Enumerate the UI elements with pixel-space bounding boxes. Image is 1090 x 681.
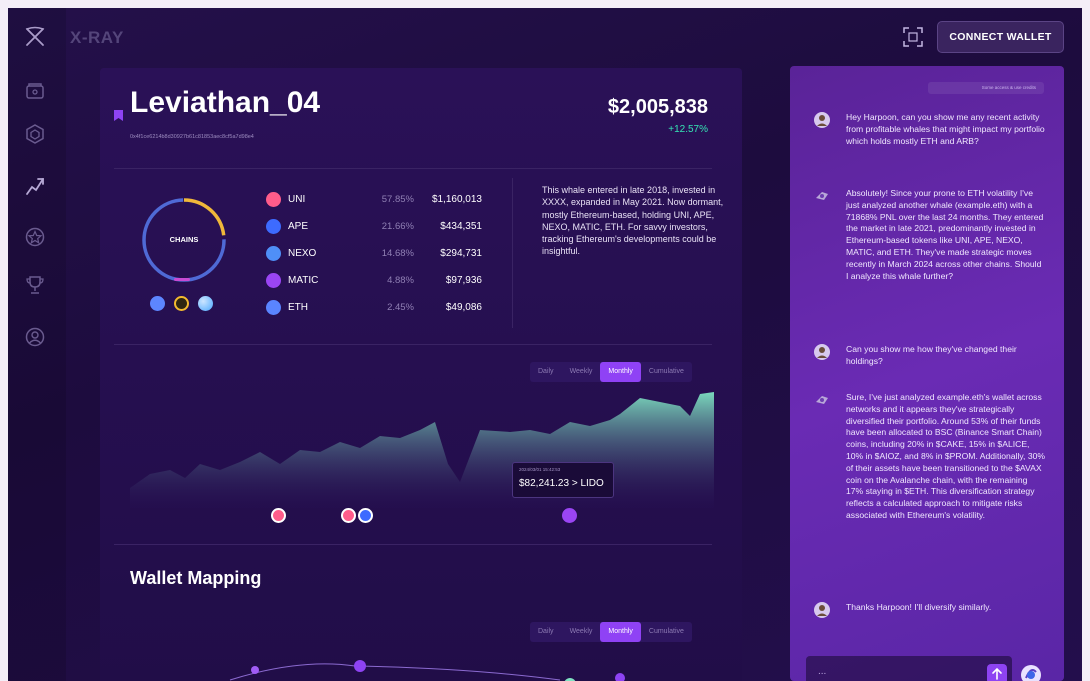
hexagon-icon[interactable] (24, 123, 46, 145)
token-name: MATIC (288, 275, 319, 286)
uni-token-icon (266, 192, 281, 207)
mapping-link (229, 663, 561, 681)
divider (114, 544, 712, 545)
x-ray-logo-icon[interactable] (24, 26, 46, 48)
whale-summary: This whale entered in late 2018, investe… (542, 185, 724, 257)
ape-token-icon (266, 219, 281, 234)
tab-daily[interactable]: Daily (530, 622, 562, 642)
portfolio-area-series (130, 392, 714, 508)
profile-icon[interactable] (24, 326, 46, 348)
ape-event-icon[interactable] (358, 508, 373, 523)
bnb-coin-icon[interactable] (174, 296, 189, 311)
mapping-range-tabs: Daily Weekly Monthly Cumulative (530, 622, 692, 642)
nexo-token-icon (266, 246, 281, 261)
wallet-name: Leviathan_04 (130, 86, 321, 119)
chat-input[interactable]: ... (806, 656, 1012, 681)
matic-token-icon (266, 273, 281, 288)
tab-monthly[interactable]: Monthly (600, 362, 641, 382)
message-text: Absolutely! Since your prone to ETH vola… (846, 188, 1044, 281)
wallet-change: +12.57% (668, 124, 708, 135)
message-text: Can you show me how they've changed thei… (846, 344, 1017, 366)
ethereum-coin-icon[interactable] (150, 296, 165, 311)
token-name: NEXO (288, 248, 317, 259)
message-text: Hey Harpoon, can you show me any recent … (846, 112, 1045, 146)
token-value: $49,086 (445, 302, 482, 313)
chart-tooltip: 2024/03/01 15:42:53 $82,241.23 > LIDO (512, 462, 614, 498)
scan-icon[interactable] (902, 26, 924, 48)
token-value: $1,160,013 (431, 194, 482, 205)
trophy-icon[interactable] (24, 274, 46, 296)
token-pct: 57.85% (381, 194, 414, 205)
token-pct: 4.88% (387, 275, 414, 286)
token-pct: 2.45% (387, 302, 414, 313)
holding-row[interactable]: UNI 57.85% $1,160,013 (266, 192, 496, 208)
mapping-node (354, 660, 366, 672)
voice-orb-icon[interactable] (1020, 664, 1042, 681)
bookmark-icon[interactable] (114, 110, 123, 121)
chart-icon[interactable] (24, 175, 46, 197)
tab-weekly[interactable]: Weekly (562, 362, 601, 382)
wallet-mapping-graph[interactable] (220, 658, 640, 681)
mapping-node (251, 666, 259, 674)
user-avatar (814, 112, 830, 128)
sidebar (8, 8, 66, 681)
uni-event-icon[interactable] (271, 508, 286, 523)
tab-daily[interactable]: Daily (530, 362, 562, 382)
token-name: UNI (288, 194, 306, 205)
tab-cumulative[interactable]: Cumulative (641, 622, 692, 642)
arrow-up-icon (992, 667, 1002, 680)
activity-range-tabs: Daily Weekly Monthly Cumulative (530, 362, 692, 382)
token-name: APE (288, 221, 309, 232)
holding-row[interactable]: MATIC 4.88% $97,936 (266, 273, 496, 289)
tab-cumulative[interactable]: Cumulative (641, 362, 692, 382)
tab-weekly[interactable]: Weekly (562, 622, 601, 642)
wallet-total-value: $2,005,838 (607, 96, 708, 118)
connect-wallet-button[interactable]: CONNECT WALLET (937, 21, 1064, 53)
token-value: $97,936 (445, 275, 482, 286)
user-avatar (814, 602, 830, 618)
wallet-address[interactable]: 0x4f1ce6214b8d30927b61c81853aec8cf5a7d98… (130, 134, 254, 140)
credits-pill[interactable]: Some access & use credits (928, 82, 1044, 94)
tooltip-date: 2024/03/01 15:42:53 (519, 467, 561, 472)
tooltip-value: $82,241.23 > LIDO (519, 478, 604, 489)
token-value: $434,351 (440, 221, 482, 232)
uni-event-icon[interactable] (341, 508, 356, 523)
token-name: ETH (288, 302, 308, 313)
send-button[interactable] (987, 664, 1007, 681)
app-frame: X-RAY CONNECT WALLET Leviathan_04 0x4f1c… (8, 8, 1082, 681)
star-badge-icon[interactable] (24, 226, 46, 248)
wallet-mapping-title: Wallet Mapping (130, 568, 262, 588)
harpoon-bot-icon (816, 192, 828, 200)
divider (114, 168, 712, 169)
avalanche-coin-icon[interactable] (198, 296, 213, 311)
token-value: $294,731 (440, 248, 482, 259)
app-brand: X-RAY (70, 28, 124, 47)
message-text: Thanks Harpoon! I'll diversify similarly… (846, 602, 992, 612)
harpoon-bot-icon (816, 396, 828, 404)
message-text: Sure, I've just analyzed example.eth's w… (846, 392, 1046, 520)
eth-token-icon (266, 300, 281, 315)
wallet-panel: Leviathan_04 0x4f1ce6214b8d30927b61c8185… (100, 68, 742, 681)
portfolio-area-chart[interactable] (130, 390, 714, 508)
chains-label: CHAINS (169, 235, 199, 244)
divider (114, 344, 712, 345)
chat-panel: Some access & use credits Hey Harpoon, c… (790, 66, 1064, 681)
tab-monthly[interactable]: Monthly (600, 622, 641, 642)
token-pct: 14.68% (381, 248, 414, 259)
wallet-icon[interactable] (24, 80, 46, 102)
user-avatar (814, 344, 830, 360)
holding-row[interactable]: APE 21.66% $434,351 (266, 219, 496, 235)
divider (512, 178, 513, 328)
matic-event-icon[interactable] (562, 508, 577, 523)
holding-row[interactable]: ETH 2.45% $49,086 (266, 300, 496, 316)
token-pct: 21.66% (381, 221, 414, 232)
mapping-node (615, 673, 625, 681)
holding-row[interactable]: NEXO 14.68% $294,731 (266, 246, 496, 262)
